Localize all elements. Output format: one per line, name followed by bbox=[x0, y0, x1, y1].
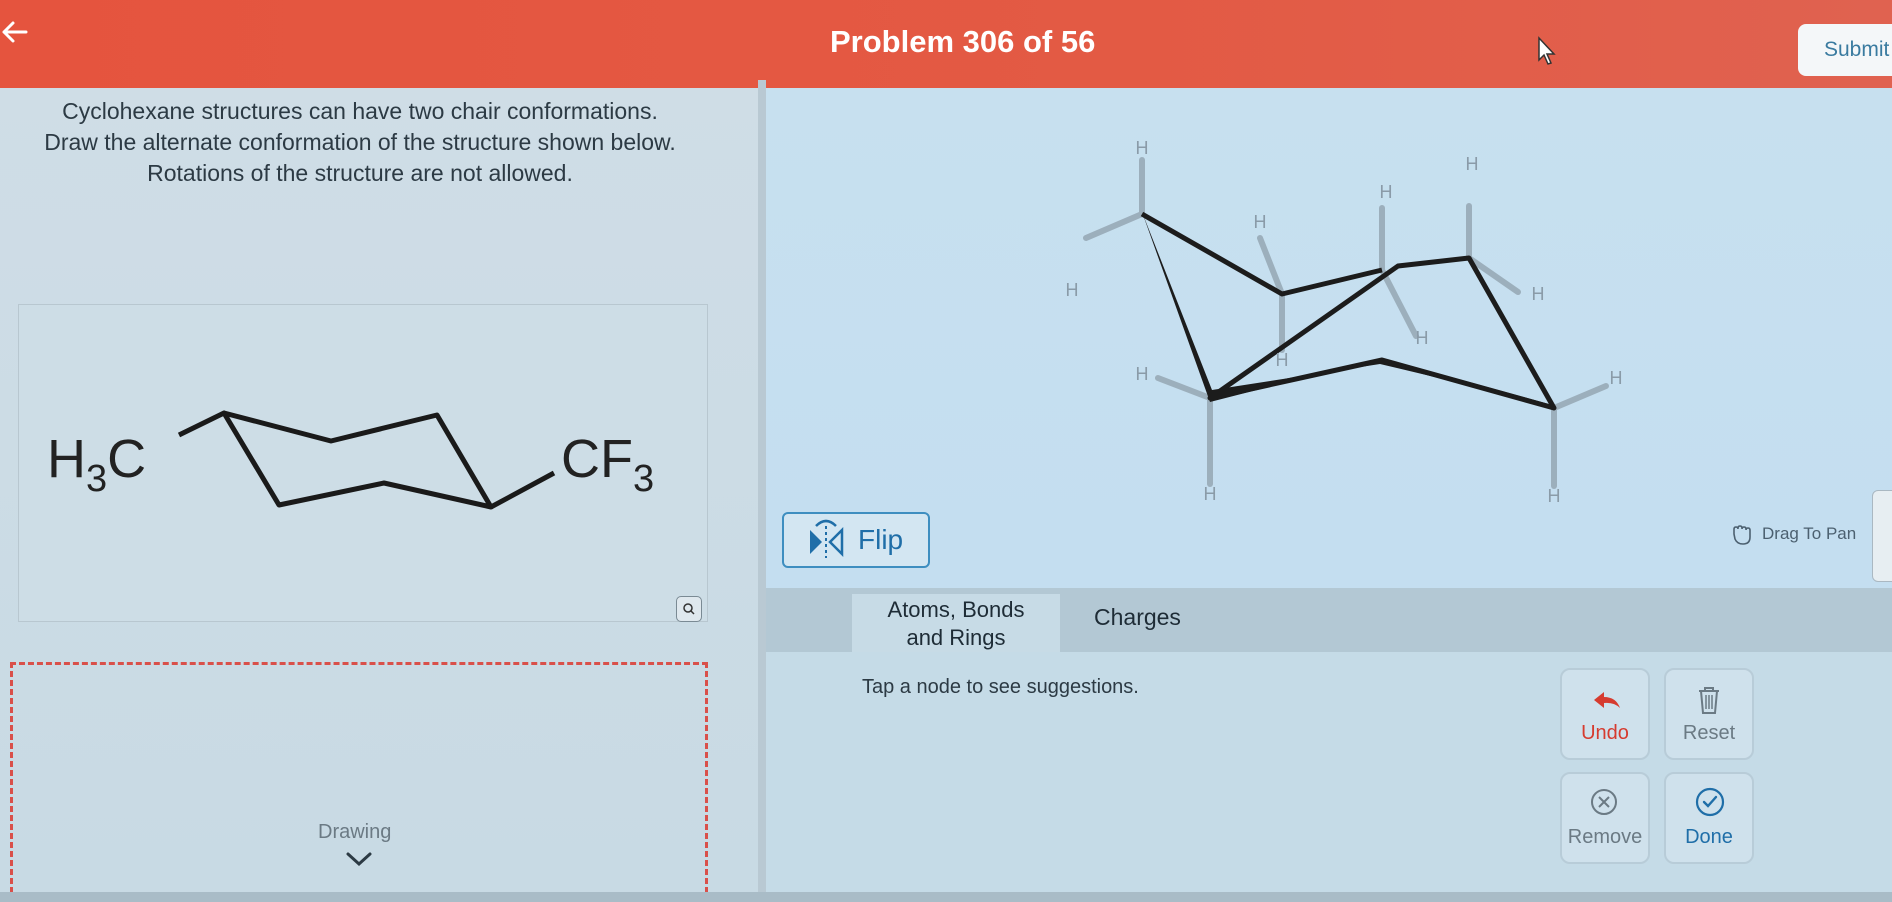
suggestion-hint: Tap a node to see suggestions. bbox=[862, 676, 1139, 698]
checkmark-icon bbox=[1695, 787, 1725, 817]
flip-label: Flip bbox=[858, 524, 904, 555]
bond-line[interactable] bbox=[1083, 211, 1145, 241]
undo-button[interactable] bbox=[1560, 668, 1650, 760]
hydrogen-label[interactable]: H bbox=[1416, 328, 1429, 348]
instruction-line: Draw the alternate conformation of the s… bbox=[44, 129, 676, 155]
panel-divider bbox=[758, 80, 766, 902]
hydrogen-label[interactable]: H bbox=[1532, 284, 1545, 304]
back-arrow-icon[interactable] bbox=[0, 12, 40, 52]
chair-conformation[interactable]: H H H H H H H H H H H H bbox=[766, 88, 1892, 588]
drawing-canvas[interactable]: H H H H H H H H H H H H bbox=[766, 88, 1892, 588]
instruction-line: Cyclohexane structures can have two chai… bbox=[62, 98, 658, 124]
tab-label: Atoms, Bonds bbox=[887, 597, 1025, 622]
hand-icon bbox=[1733, 525, 1751, 545]
hydrogen-label[interactable]: H bbox=[1276, 350, 1289, 370]
tab-atoms-bonds-rings[interactable]: Atoms, Bonds and Rings bbox=[852, 594, 1060, 652]
instructions: Cyclohexane structures can have two chai… bbox=[0, 96, 720, 189]
zoom-control[interactable] bbox=[1872, 490, 1892, 582]
submit-button[interactable]: Submit bbox=[1798, 24, 1892, 76]
drag-to-pan-label: Drag To Pan bbox=[1762, 524, 1857, 543]
drawing-label: Drawing bbox=[318, 821, 392, 843]
bottom-strip bbox=[0, 892, 1892, 902]
hydrogen-label[interactable]: H bbox=[1136, 138, 1149, 158]
trifluoromethyl-group: CF3 bbox=[561, 429, 654, 500]
hydrogen-label[interactable]: H bbox=[1136, 364, 1149, 384]
problem-title: Problem 306 of 56 bbox=[830, 24, 1096, 59]
zoom-icon[interactable] bbox=[676, 596, 702, 622]
hydrogen-label[interactable]: H bbox=[1204, 484, 1217, 504]
bond-line[interactable] bbox=[1551, 383, 1609, 411]
hydrogen-label[interactable]: H bbox=[1610, 368, 1623, 388]
chevron-down-icon[interactable] bbox=[344, 850, 374, 868]
instruction-line: Rotations of the structure are not allow… bbox=[147, 160, 573, 186]
done-label: Done bbox=[1685, 826, 1733, 848]
reset-button[interactable] bbox=[1664, 668, 1754, 760]
remove-icon bbox=[1591, 789, 1617, 815]
reset-label: Reset bbox=[1682, 722, 1736, 744]
trash-icon bbox=[1699, 687, 1719, 714]
flip-icon bbox=[810, 519, 844, 558]
wedge-bond[interactable] bbox=[1142, 212, 1556, 406]
bond-line[interactable] bbox=[1379, 267, 1419, 339]
hydrogen-label[interactable]: H bbox=[1380, 182, 1393, 202]
cyclohexane-structure: H3C CF3 bbox=[47, 410, 654, 510]
hydrogen-label[interactable]: H bbox=[1466, 154, 1479, 174]
done-button[interactable] bbox=[1664, 772, 1754, 864]
tab-charges[interactable]: Charges bbox=[1094, 604, 1181, 631]
methyl-group: H3C bbox=[47, 429, 146, 500]
remove-button[interactable] bbox=[1560, 772, 1650, 864]
undo-icon bbox=[1594, 692, 1620, 708]
bond-line[interactable] bbox=[1155, 375, 1213, 401]
tab-label: and Rings bbox=[906, 625, 1006, 650]
given-structure-box: H3C CF3 bbox=[18, 304, 708, 622]
hydrogen-label[interactable]: H bbox=[1254, 212, 1267, 232]
undo-label: Undo bbox=[1581, 722, 1629, 744]
flip-button[interactable] bbox=[782, 512, 930, 568]
hydrogen-label[interactable]: H bbox=[1066, 280, 1079, 300]
remove-label: Remove bbox=[1567, 826, 1643, 848]
mouse-cursor-icon bbox=[1538, 36, 1556, 65]
hydrogen-label[interactable]: H bbox=[1548, 486, 1561, 506]
